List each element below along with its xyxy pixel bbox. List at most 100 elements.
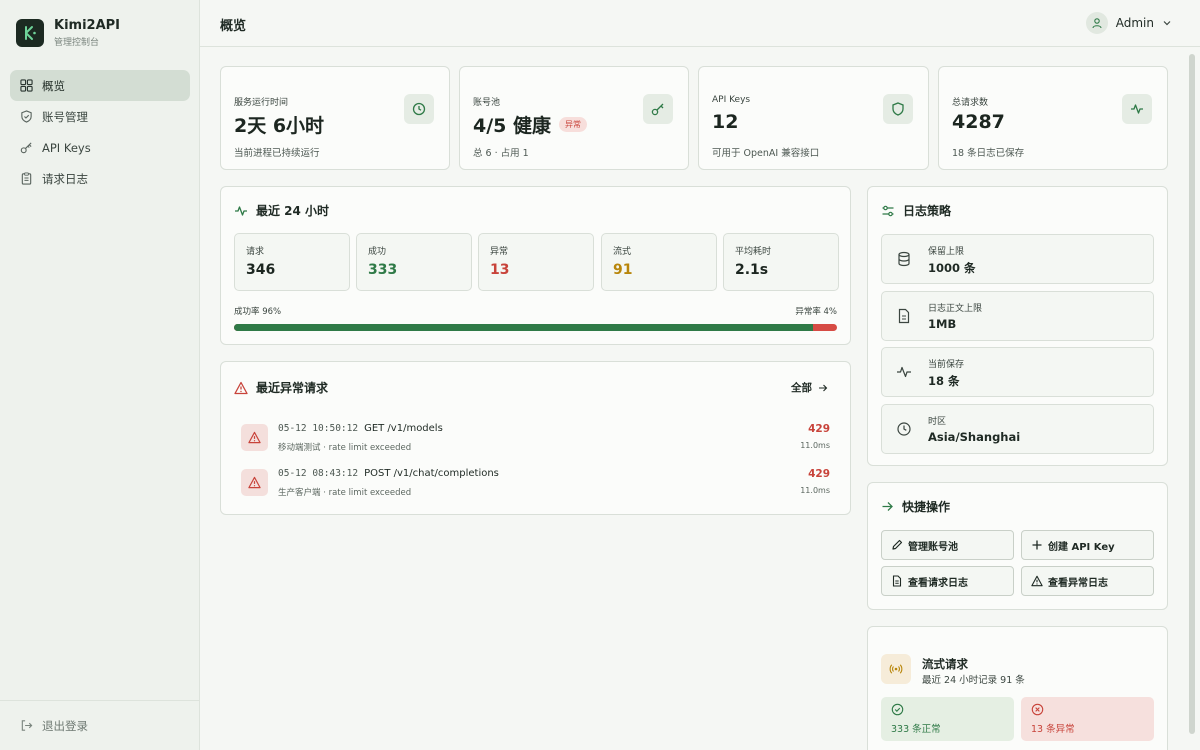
success-rate-bar-fill	[234, 324, 813, 331]
brand[interactable]: Kimi2API 管理控制台	[16, 18, 120, 48]
file-icon	[892, 575, 902, 587]
sidebar-item-label: 请求日志	[42, 171, 88, 186]
stat-value-text: 2天 6小时	[234, 115, 325, 137]
manage-account-pool-button[interactable]: 管理账号池	[881, 530, 1014, 560]
stat-label: API Keys	[712, 95, 751, 105]
top-header: 概览 Admin	[200, 0, 1200, 47]
activity-icon	[897, 366, 911, 378]
section-title-text: 日志策略	[903, 204, 952, 218]
stat-subtext: 当前进程已持续运行	[234, 148, 320, 159]
sidebar-item-label: 概览	[42, 78, 65, 93]
create-api-key-button[interactable]: 创建 API Key	[1021, 530, 1154, 560]
error-list-item[interactable]: 05-12 08:43:12 POST /v1/chat/completions …	[241, 465, 830, 505]
stat-value: 4287	[952, 111, 1005, 133]
error-detail: 生产客户端 · rate limit exceeded	[278, 488, 412, 498]
stat-label: 总请求数	[952, 98, 989, 108]
stream-ok-box: 333 条正常	[881, 697, 1014, 741]
stat-card-total-requests: 总请求数 4287 18 条日志已保存	[938, 66, 1168, 170]
sidebar-item-accounts[interactable]: 账号管理	[10, 101, 190, 132]
policy-value: Asia/Shanghai	[928, 430, 1021, 444]
error-endpoint: GET /v1/models	[364, 423, 443, 434]
metric-value: 13	[490, 262, 510, 278]
stream-error-box: 13 条异常	[1021, 697, 1154, 741]
check-circle-icon	[891, 703, 904, 716]
warning-icon	[1031, 575, 1043, 587]
x-circle-icon	[1031, 703, 1044, 716]
section-title-text: 快捷操作	[902, 500, 951, 514]
page-title: 概览	[220, 19, 247, 34]
policy-value: 18 条	[928, 374, 960, 388]
activity-icon	[1122, 94, 1152, 124]
success-rate-bar	[234, 324, 837, 331]
database-icon	[898, 251, 910, 267]
logout-button[interactable]: 退出登录	[10, 710, 190, 741]
logout-label: 退出登录	[42, 718, 88, 733]
section-title: 最近异常请求	[234, 379, 328, 396]
stat-card-api-keys: API Keys 12 可用于 OpenAI 兼容接口	[698, 66, 929, 170]
error-request: 05-12 08:43:12 POST /v1/chat/completions	[278, 468, 499, 479]
file-icon	[898, 308, 910, 324]
grid-icon	[20, 79, 33, 92]
policy-label: 当前保存	[928, 360, 965, 370]
metric-label: 请求	[246, 247, 265, 257]
metric-streaming: 流式 91	[601, 233, 717, 291]
quick-actions-card: 快捷操作 管理账号池 创建 API Key 查看请求日志 查看异常日志	[867, 482, 1168, 610]
policy-value: 1000 条	[928, 261, 976, 275]
sidebar-item-request-logs[interactable]: 请求日志	[10, 163, 190, 194]
stat-subtext: 18 条日志已保存	[952, 148, 1025, 159]
user-menu[interactable]: Admin	[1085, 12, 1172, 34]
policy-item-body-limit: 日志正文上限 1MB	[881, 291, 1154, 341]
sidebar: Kimi2API 管理控制台 概览 账号管理 API Keys 请求日志 退出登…	[0, 0, 200, 750]
main-scrollbar[interactable]	[1188, 48, 1196, 750]
brand-subtitle: 管理控制台	[54, 38, 100, 48]
section-title-text: 最近 24 小时	[256, 204, 330, 218]
stat-card-uptime: 服务运行时间 2天 6小时 当前进程已持续运行	[220, 66, 450, 170]
activity-icon	[235, 205, 247, 216]
metric-value: 346	[246, 262, 276, 278]
warning-icon	[234, 381, 248, 394]
button-label: 创建 API Key	[1048, 541, 1115, 553]
metric-success: 成功 333	[356, 233, 472, 291]
policy-label: 日志正文上限	[928, 304, 983, 314]
clock-icon	[897, 422, 911, 436]
view-all-errors-link[interactable]: 全部	[791, 380, 828, 395]
shield-icon	[883, 94, 913, 124]
error-time: 05-12 10:50:12	[278, 423, 359, 434]
avatar	[1085, 12, 1108, 34]
error-status-code: 429	[808, 423, 830, 435]
error-detail: 移动端测试 · rate limit exceeded	[278, 443, 412, 453]
metric-label: 异常	[490, 247, 509, 257]
stat-value-text: 12	[712, 111, 739, 133]
error-list-item[interactable]: 05-12 10:50:12 GET /v1/models 移动端测试 · rat…	[241, 420, 830, 460]
policy-item-retention: 保留上限 1000 条	[881, 234, 1154, 284]
stat-value-text: 4287	[952, 111, 1005, 133]
metric-label: 流式	[613, 247, 632, 257]
error-duration: 11.0ms	[800, 441, 830, 450]
section-title: 快捷操作	[881, 498, 950, 515]
clipboard-icon	[21, 172, 32, 185]
stat-value-text: 4/5 健康	[473, 115, 551, 137]
last-24h-card: 最近 24 小时 请求 346 成功 333 异常 13 流式 91 平均耗时 …	[220, 186, 851, 345]
metric-avg-latency: 平均耗时 2.1s	[723, 233, 839, 291]
policy-label: 保留上限	[928, 247, 965, 257]
sidebar-item-label: API Keys	[42, 140, 91, 155]
error-status-code: 429	[808, 468, 830, 480]
view-error-logs-button[interactable]: 查看异常日志	[1021, 566, 1154, 596]
view-all-label: 全部	[791, 382, 812, 394]
view-request-logs-button[interactable]: 查看请求日志	[881, 566, 1014, 596]
sidebar-nav: 概览 账号管理 API Keys 请求日志	[10, 70, 190, 194]
stat-label: 账号池	[473, 98, 501, 108]
warning-icon	[241, 424, 268, 451]
shield-icon	[21, 110, 32, 123]
sidebar-divider	[0, 700, 199, 701]
error-duration: 11.0ms	[800, 486, 830, 495]
sidebar-item-overview[interactable]: 概览	[10, 70, 190, 101]
metric-errors: 异常 13	[478, 233, 594, 291]
metric-label: 平均耗时	[735, 247, 772, 257]
streaming-requests-card: 流式请求 最近 24 小时记录 91 条 333 条正常 13 条异常	[867, 626, 1168, 750]
user-name: Admin	[1115, 16, 1154, 30]
scrollbar-thumb[interactable]	[1189, 54, 1195, 734]
sidebar-item-api-keys[interactable]: API Keys	[10, 132, 190, 163]
success-rate-label: 成功率 96%	[234, 307, 282, 317]
metric-requests: 请求 346	[234, 233, 350, 291]
